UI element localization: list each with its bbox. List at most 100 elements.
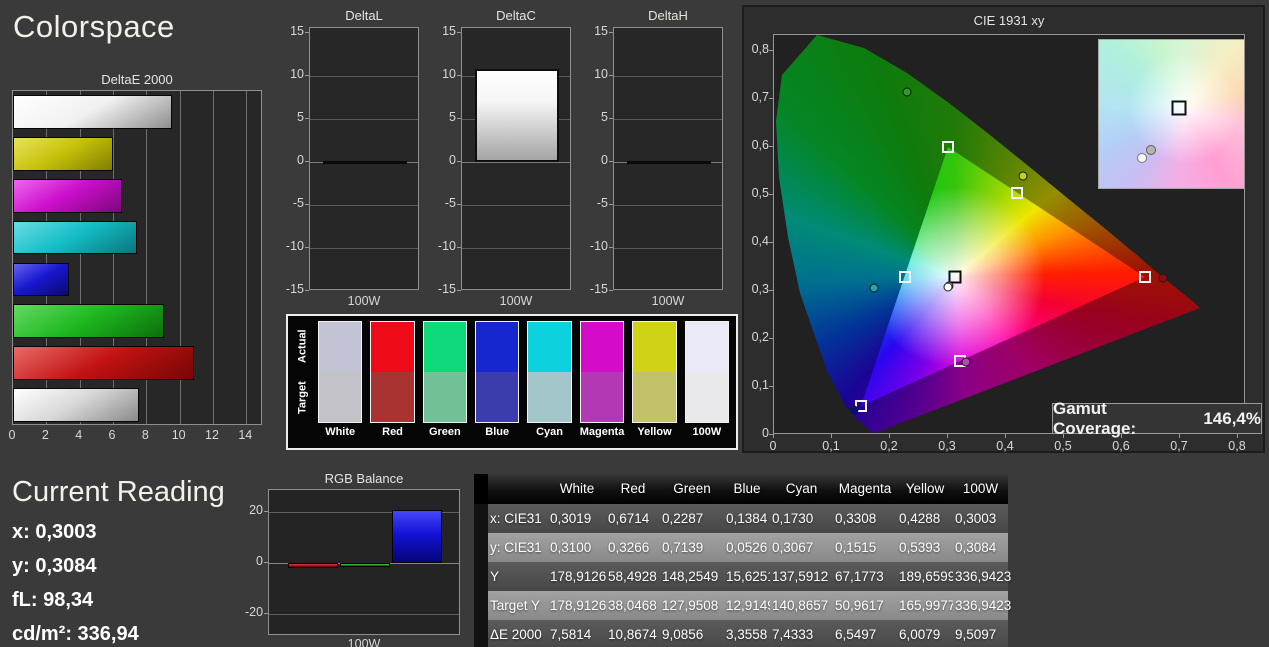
deltaL-y-tick: 10 — [290, 67, 304, 81]
deltae-x-tick: 10 — [171, 428, 186, 442]
tick-mark — [831, 434, 832, 438]
deltaC-y-tick: 0 — [449, 153, 456, 167]
table-header-yellow: Yellow — [897, 474, 953, 504]
deltae-plot — [12, 90, 262, 425]
swatch-actual — [371, 322, 414, 372]
tick-mark — [609, 290, 613, 291]
table-cell-green: 127,9508 — [660, 591, 724, 620]
table-cell-cyan: 140,8657 — [770, 591, 833, 620]
tick-mark — [609, 118, 613, 119]
rgb-balance-bar-red — [288, 563, 338, 569]
table-cell-green: 148,2549 — [660, 562, 724, 591]
table-row-label: Target Y — [488, 591, 548, 620]
cie-measured-blue — [849, 405, 859, 415]
tick-mark — [457, 161, 461, 162]
table-cell-cyan: 0,3067 — [770, 533, 833, 562]
cie-x-tick: 0,4 — [996, 439, 1014, 453]
table-cell-magenta: 6,5497 — [833, 620, 897, 647]
cie-x-tick: 0,1 — [822, 439, 840, 453]
table-row-label: x: CIE31 — [488, 504, 548, 533]
deltaL-bar-100w — [323, 161, 407, 164]
inset-measured-point — [1136, 153, 1147, 164]
table-cell-green: 0,2287 — [660, 504, 724, 533]
table-row-strip — [474, 504, 488, 533]
tick-mark — [1237, 434, 1238, 438]
cie-x-tick: 0,3 — [938, 439, 956, 453]
deltaH-category-label: 100W — [651, 294, 685, 308]
table-cell-100w: 336,9423 — [953, 591, 1011, 620]
tick-mark — [609, 75, 613, 76]
deltaC-bar-100w — [475, 69, 559, 162]
gridline — [310, 76, 418, 77]
swatch-actual — [319, 322, 362, 372]
table-cell-blue: 12,9149 — [724, 591, 775, 620]
swatch-column-cyan: Cyan — [527, 321, 572, 443]
cie-chart-title: CIE 1931 xy — [973, 13, 1045, 28]
deltaL-plot — [309, 27, 419, 290]
table-cell-white: 7,5814 — [548, 620, 606, 647]
deltae-chart-title: DeltaE 2000 — [101, 72, 173, 87]
cie-x-tick: 0 — [769, 439, 777, 453]
cie-y-tick: 0 — [762, 426, 769, 440]
table-cell-green: 0,7139 — [660, 533, 724, 562]
table-cell-cyan: 0,1730 — [770, 504, 833, 533]
deltae-bar-white — [13, 388, 140, 422]
cie-y-tick: 0,2 — [751, 330, 769, 344]
table-cell-magenta: 67,1773 — [833, 562, 897, 591]
tick-mark — [1005, 434, 1006, 438]
gridline — [310, 248, 418, 249]
deltaL-title: DeltaL — [345, 8, 383, 23]
cie-x-tick: 0,5 — [1054, 439, 1072, 453]
deltae-bar-blue — [13, 262, 69, 297]
deltaC-plot — [461, 27, 571, 290]
rgb-category-label: 100W — [347, 637, 381, 647]
table-cell-blue: 3,3558 — [724, 620, 770, 647]
deltae-bar-100w — [13, 95, 172, 129]
current-reading-title: Current Reading — [12, 476, 225, 508]
table-cell-yellow: 0,5393 — [897, 533, 953, 562]
cie-measured-green — [902, 87, 912, 97]
swatch-target — [319, 372, 362, 422]
cie-target-red — [1139, 270, 1152, 283]
tick-mark — [457, 32, 461, 33]
swatch-actual — [685, 322, 729, 372]
tick-mark — [609, 204, 613, 205]
tick-mark — [769, 242, 773, 243]
tick-mark — [305, 75, 309, 76]
deltaH-y-tick: 10 — [594, 67, 608, 81]
swatch-column-red: Red — [370, 321, 415, 443]
swatch-white — [318, 321, 363, 423]
swatch-column-green: Green — [422, 321, 468, 443]
rgb-balance-bar-blue — [392, 510, 442, 563]
swatch-target — [685, 372, 729, 422]
tick-mark — [769, 386, 773, 387]
swatch-label: Magenta — [579, 426, 625, 438]
cie-y-tick: 0,3 — [751, 282, 769, 296]
table-cell-cyan: 7,4333 — [770, 620, 833, 647]
cie-target-cyan — [898, 271, 911, 284]
deltaC-title: DeltaC — [496, 8, 536, 23]
cie-measured-100w — [943, 282, 953, 292]
table-cell-cyan: 137,5912 — [770, 562, 833, 591]
cie-measured-magenta — [961, 357, 971, 367]
swatch-label: 100W — [692, 426, 722, 438]
deltaC-y-tick: -5 — [444, 196, 456, 210]
swatch-target — [476, 372, 519, 422]
tick-mark — [305, 204, 309, 205]
rgb-balance-plot — [268, 489, 460, 635]
swatch-target — [528, 372, 571, 422]
gamut-coverage-value: 146,4% — [1203, 408, 1261, 428]
table-cell-100w: 0,3003 — [953, 504, 1008, 533]
swatch-actual — [528, 322, 571, 372]
swatch-target — [580, 372, 624, 422]
swatch-label: Red — [382, 426, 403, 438]
reading-fL: fL: 98,34 — [12, 589, 94, 611]
cie-measured-cyan — [869, 283, 879, 293]
tick-mark — [609, 32, 613, 33]
current-reading-values: x: 0,3003 y: 0,3084 fL: 98,34 cd/m²: 336,94 — [12, 515, 252, 647]
swatch-label: Green — [428, 426, 461, 438]
deltaH-title: DeltaH — [648, 8, 688, 23]
tick-mark — [305, 290, 309, 291]
table-cell-yellow: 6,0079 — [897, 620, 953, 647]
rgb-balance-chart: RGB Balance 20 0 -20 100W — [245, 470, 465, 647]
